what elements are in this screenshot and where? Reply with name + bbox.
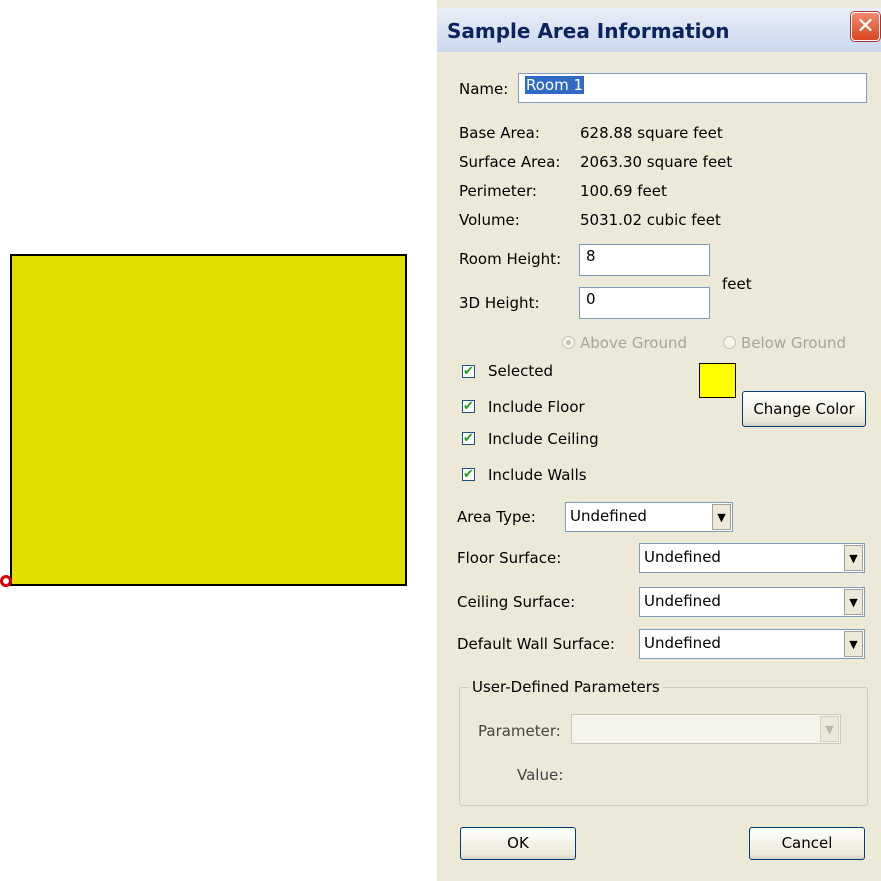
name-input[interactable]: Room 1 <box>518 73 867 103</box>
floor-surface-value: Undefined <box>644 548 721 566</box>
floor-surface-label: Floor Surface: <box>457 549 562 567</box>
perimeter-value: 100.69 feet <box>580 182 667 200</box>
floor-surface-select[interactable]: Undefined ▼ <box>639 543 865 573</box>
wall-surface-value: Undefined <box>644 634 721 652</box>
parameter-label: Parameter: <box>478 722 561 740</box>
room-area-shape[interactable] <box>10 254 407 586</box>
3d-height-label: 3D Height: <box>459 294 540 312</box>
close-icon: ✕ <box>856 14 875 39</box>
include-walls-checkbox[interactable]: ✔ <box>462 468 475 481</box>
wall-surface-select[interactable]: Undefined ▼ <box>639 629 865 659</box>
volume-value: 5031.02 cubic feet <box>580 211 721 229</box>
user-parameters-title: User-Defined Parameters <box>469 678 663 696</box>
include-floor-label: Include Floor <box>488 398 585 416</box>
base-area-label: Base Area: <box>459 124 540 142</box>
cancel-button[interactable]: Cancel <box>749 827 865 860</box>
ceiling-surface-value: Undefined <box>644 592 721 610</box>
wall-surface-label: Default Wall Surface: <box>457 635 615 653</box>
name-label: Name: <box>459 80 509 98</box>
ceiling-surface-label: Ceiling Surface: <box>457 593 576 611</box>
chevron-down-icon[interactable]: ▼ <box>820 716 839 742</box>
base-area-value: 628.88 square feet <box>580 124 723 142</box>
include-walls-label: Include Walls <box>488 466 587 484</box>
color-swatch <box>699 363 736 398</box>
room-height-label: Room Height: <box>459 250 562 268</box>
surface-area-label: Surface Area: <box>459 153 561 171</box>
area-type-value: Undefined <box>570 507 647 525</box>
3d-height-input[interactable]: 0 <box>579 287 710 319</box>
close-button[interactable]: ✕ <box>851 12 880 41</box>
room-height-input[interactable]: 8 <box>579 244 710 276</box>
user-parameters-group <box>459 687 868 806</box>
checkmark-icon: ✔ <box>463 364 474 379</box>
chevron-down-icon[interactable]: ▼ <box>844 631 863 657</box>
perimeter-label: Perimeter: <box>459 182 537 200</box>
checkmark-icon: ✔ <box>463 467 474 482</box>
ceiling-surface-select[interactable]: Undefined ▼ <box>639 587 865 617</box>
volume-label: Volume: <box>459 211 520 229</box>
chevron-down-icon[interactable]: ▼ <box>844 589 863 615</box>
below-ground-radio[interactable] <box>723 336 736 349</box>
include-ceiling-checkbox[interactable]: ✔ <box>462 432 475 445</box>
chevron-down-icon[interactable]: ▼ <box>844 545 863 571</box>
include-floor-checkbox[interactable]: ✔ <box>462 400 475 413</box>
chevron-down-icon[interactable]: ▼ <box>712 504 731 530</box>
change-color-button[interactable]: Change Color <box>742 391 866 427</box>
selected-checkbox[interactable]: ✔ <box>462 365 475 378</box>
area-type-select[interactable]: Undefined ▼ <box>565 502 733 532</box>
surface-area-value: 2063.30 square feet <box>580 153 733 171</box>
include-ceiling-label: Include Ceiling <box>488 430 599 448</box>
parameter-select[interactable]: ▼ <box>571 714 841 744</box>
dialog-title: Sample Area Information <box>447 19 730 43</box>
checkmark-icon: ✔ <box>463 399 474 414</box>
above-ground-label: Above Ground <box>580 334 688 352</box>
value-label: Value: <box>517 766 564 784</box>
area-type-label: Area Type: <box>457 508 536 526</box>
below-ground-label: Below Ground <box>741 334 847 352</box>
above-ground-radio[interactable] <box>562 336 575 349</box>
name-value: Room 1 <box>525 76 585 94</box>
vertex-handle[interactable] <box>0 575 12 587</box>
height-unit-label: feet <box>722 275 752 293</box>
selected-label: Selected <box>488 362 554 380</box>
checkmark-icon: ✔ <box>463 431 474 446</box>
ok-button[interactable]: OK <box>460 827 576 860</box>
